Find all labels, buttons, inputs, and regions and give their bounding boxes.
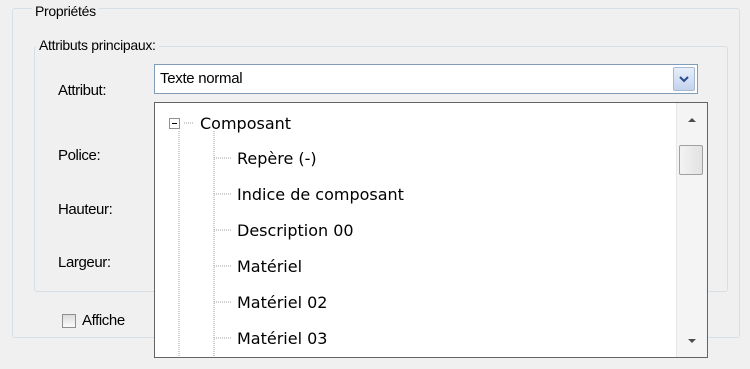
affiche-checkbox[interactable] (62, 314, 76, 328)
affiche-checkbox-label: Affiche (82, 312, 125, 329)
attribute-combobox[interactable]: Texte normal (154, 64, 698, 94)
arrow-up-icon[interactable] (687, 117, 697, 123)
properties-group-title: Propriétés (32, 4, 99, 18)
tree-root-composant[interactable]: Composant (200, 114, 291, 134)
attribut-label: Attribut: (58, 82, 107, 99)
dropdown-scrollbar[interactable] (676, 103, 707, 357)
police-label: Police: (58, 147, 101, 164)
tree-item[interactable]: Repère (-) (237, 149, 317, 169)
main-attributes-title: Attributs principaux: (36, 36, 159, 54)
tree-item[interactable]: Indice de composant (237, 185, 404, 205)
scrollbar-thumb[interactable] (679, 145, 703, 175)
attribute-combobox-value: Texte normal (160, 70, 243, 87)
tree-item[interactable]: Matériel (237, 257, 302, 277)
tree-item[interactable]: Matériel 03 (237, 329, 327, 349)
combobox-dropdown-button[interactable] (673, 67, 695, 91)
attribute-dropdown-list[interactable]: Composant Repère (-) Indice de composant… (154, 102, 708, 358)
arrow-down-icon[interactable] (687, 338, 697, 344)
minus-icon[interactable] (169, 118, 180, 129)
hauteur-label: Hauteur: (58, 201, 113, 218)
largeur-label: Largeur: (58, 254, 111, 271)
tree-item[interactable]: Description 00 (237, 221, 354, 241)
chevron-down-icon (679, 76, 689, 83)
tree-item[interactable]: Matériel 02 (237, 293, 327, 313)
